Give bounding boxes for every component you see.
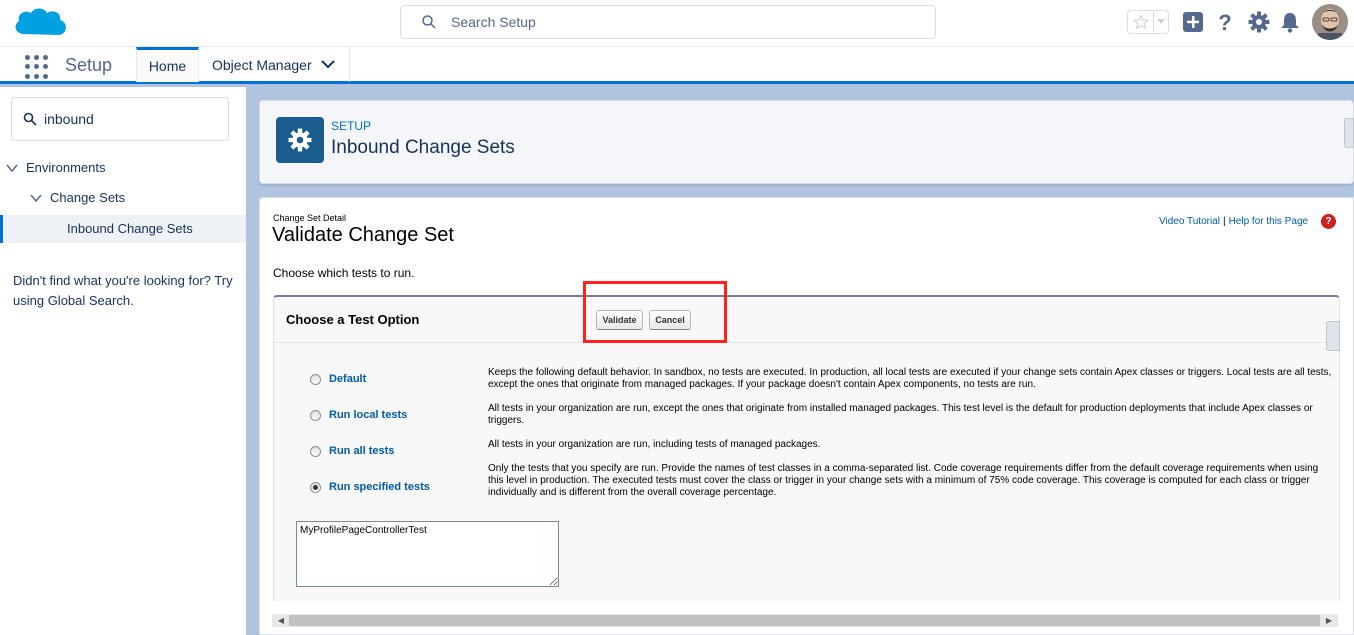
instructions-text: Choose which tests to run. (273, 266, 415, 280)
notifications-button[interactable] (1278, 10, 1302, 34)
horizontal-scrollbar[interactable]: ◀ ▶ (272, 614, 1338, 627)
search-icon (23, 112, 37, 126)
option-label: Run all tests (329, 445, 395, 457)
help-icon: ? (1218, 10, 1231, 34)
help-links: Video Tutorial | Help for this Page (1159, 216, 1308, 227)
tab-home-label: Home (148, 58, 187, 74)
tab-object-manager-label: Object Manager (212, 56, 312, 73)
help-question-icon[interactable]: ? (1321, 214, 1336, 229)
tab-object-manager[interactable]: Object Manager (200, 47, 350, 82)
radio-run-local-tests[interactable] (310, 409, 321, 421)
scrollbar-thumb[interactable] (289, 615, 1320, 626)
help-separator: | (1222, 216, 1226, 227)
favorites-dropdown-button[interactable] (1154, 11, 1168, 33)
help-button[interactable]: ? (1213, 10, 1237, 34)
option-description-run-all-tests: All tests in your organization are run, … (488, 439, 821, 450)
context-bar: Setup Home Object Manager (0, 46, 1354, 84)
test-option-section: Choose a Test Option Validate Cancel Def… (273, 281, 1340, 601)
tree-item-label: Change Sets (50, 190, 126, 205)
tree-item-inbound-change-sets[interactable]: Inbound Change Sets (0, 215, 246, 243)
search-icon (422, 15, 436, 29)
add-icon (1183, 12, 1203, 32)
section-title: Choose a Test Option (286, 312, 420, 327)
tree-item-label: Inbound Change Sets (67, 221, 193, 236)
bell-icon (1281, 13, 1299, 33)
change-set-detail-panel: Change Set Detail Validate Change Set Vi… (259, 197, 1354, 635)
option-label: Run local tests (329, 409, 408, 421)
quick-find-input[interactable] (44, 110, 214, 128)
specified-tests-textarea[interactable]: MyProfilePageControllerTest (296, 521, 559, 587)
page-header-eyebrow: SETUP (331, 119, 372, 133)
favorites-group (1127, 10, 1169, 34)
global-header: ? (0, 0, 1354, 46)
option-label: Default (329, 373, 367, 385)
tree-item-environments[interactable]: Environments (6, 160, 105, 175)
user-avatar[interactable] (1312, 4, 1348, 40)
annotation-highlight-box (583, 281, 727, 343)
global-actions-button[interactable] (1181, 10, 1205, 34)
chevron-down-icon (6, 164, 18, 172)
radio-run-specified-tests[interactable] (310, 481, 321, 493)
salesforce-cloud-logo[interactable] (12, 4, 72, 44)
app-launcher-icon[interactable] (25, 55, 49, 79)
svg-text:?: ? (1218, 10, 1231, 34)
tree-item-label: Environments (26, 160, 106, 175)
user-photo-icon (1312, 4, 1348, 40)
gear-icon (1248, 11, 1270, 33)
setup-sidebar: Environments Change Sets Inbound Change … (0, 87, 246, 635)
global-search[interactable] (400, 5, 936, 39)
app-name: Setup (65, 55, 113, 75)
quick-find-box[interactable] (11, 97, 229, 141)
setup-gear-button[interactable] (1247, 10, 1271, 34)
radio-default[interactable] (310, 373, 321, 385)
side-collapse-handle[interactable] (1326, 321, 1340, 351)
scroll-left-icon[interactable]: ◀ (274, 614, 288, 627)
global-search-input[interactable] (451, 12, 911, 32)
chevron-down-icon[interactable] (321, 59, 335, 69)
option-default[interactable]: Default (310, 373, 366, 385)
chevron-down-icon (1157, 19, 1165, 24)
detail-eyebrow: Change Set Detail (273, 213, 347, 223)
option-run-all-tests[interactable]: Run all tests (310, 445, 394, 457)
option-label: Run specified tests (329, 481, 430, 493)
setup-gear-icon (276, 117, 324, 163)
scroll-right-icon[interactable]: ▶ (1322, 614, 1336, 627)
page-title: Inbound Change Sets (331, 137, 515, 158)
page-header: SETUP Inbound Change Sets (259, 100, 1354, 184)
option-description-default: Keeps the following default behavior. In… (488, 367, 1332, 390)
option-description-run-local-tests: All tests in your organization are run, … (488, 403, 1313, 426)
option-run-specified-tests[interactable]: Run specified tests (310, 481, 430, 493)
favorites-button[interactable] (1128, 11, 1154, 33)
option-run-local-tests[interactable]: Run local tests (310, 409, 407, 421)
tree-item-change-sets[interactable]: Change Sets (30, 190, 125, 205)
tab-home[interactable]: Home (136, 47, 199, 82)
not-found-message: Didn't find what you're looking for? Try… (13, 273, 233, 308)
panel-collapse-handle[interactable] (1344, 118, 1354, 148)
video-tutorial-link[interactable]: Video Tutorial (1159, 216, 1220, 227)
help-for-page-link[interactable]: Help for this Page (1229, 216, 1309, 227)
detail-title: Validate Change Set (272, 224, 454, 246)
star-icon (1132, 14, 1149, 30)
section-header: Choose a Test Option Validate Cancel (274, 281, 1340, 351)
chevron-down-icon (30, 194, 42, 202)
radio-run-all-tests[interactable] (310, 445, 321, 457)
option-description-run-specified-tests: Only the tests that you specify are run.… (488, 463, 1319, 498)
